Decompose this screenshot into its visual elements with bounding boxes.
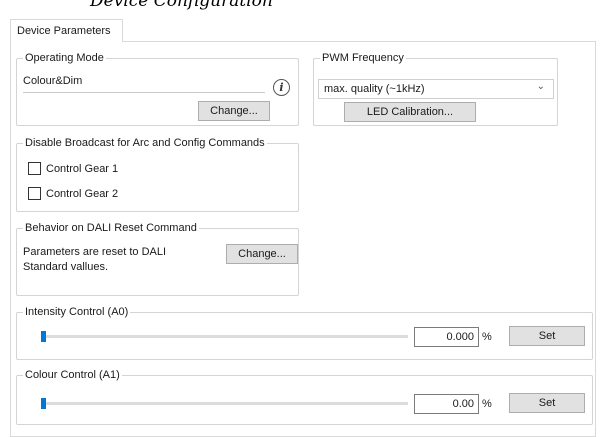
dali-reset-description-line2: Standard vallues. (23, 261, 108, 273)
dali-reset-legend: Behavior on DALI Reset Command (25, 222, 197, 234)
info-icon[interactable]: i (273, 79, 290, 96)
intensity-unit: % (482, 331, 492, 343)
window-header-fragment: Device Configuration (0, 0, 606, 10)
colour-slider-track[interactable] (41, 402, 408, 405)
control-gear-2-option[interactable]: Control Gear 2 (28, 187, 118, 200)
intensity-control-legend: Intensity Control (A0) (25, 306, 129, 318)
intensity-control-group: Intensity Control (A0) (16, 306, 593, 360)
control-gear-1-option[interactable]: Control Gear 1 (28, 162, 118, 175)
led-calibration-button[interactable]: LED Calibration... (344, 102, 476, 122)
dali-reset-description-line1: Parameters are reset to DALI (23, 246, 167, 258)
intensity-set-button[interactable]: Set (509, 326, 585, 346)
operating-mode-value: Colour&Dim (23, 75, 265, 93)
colour-set-button[interactable]: Set (509, 393, 585, 413)
colour-control-group: Colour Control (A1) (16, 369, 593, 425)
intensity-value-input[interactable]: 0.000 (414, 327, 479, 347)
colour-control-legend: Colour Control (A1) (25, 369, 120, 381)
tab-strip: Device Parameters (10, 19, 596, 43)
chevron-down-icon: ⌄ (536, 81, 545, 92)
dali-reset-change-button[interactable]: Change... (226, 244, 298, 264)
dali-reset-description: Parameters are reset to DALI Standard va… (23, 245, 203, 275)
pwm-frequency-select[interactable]: max. quality (~1kHz) ⌄ (318, 79, 554, 99)
tab-device-parameters[interactable]: Device Parameters (10, 19, 123, 43)
disable-broadcast-legend: Disable Broadcast for Arc and Config Com… (25, 137, 265, 149)
control-gear-1-checkbox[interactable] (28, 162, 41, 175)
colour-slider-thumb[interactable] (41, 398, 46, 409)
intensity-slider-track[interactable] (41, 335, 408, 338)
colour-value-input[interactable]: 0.00 (414, 394, 479, 414)
pwm-frequency-legend: PWM Frequency (322, 52, 404, 64)
device-parameters-panel: Operating Mode Colour&Dim i Change... PW… (10, 42, 596, 437)
control-gear-2-label: Control Gear 2 (46, 187, 119, 200)
intensity-slider-thumb[interactable] (41, 331, 46, 342)
pwm-frequency-selected: max. quality (~1kHz) (324, 83, 425, 95)
operating-mode-change-button[interactable]: Change... (198, 101, 270, 121)
window-title-fragment: Device Configuration (90, 0, 273, 10)
control-gear-1-label: Control Gear 1 (46, 162, 119, 175)
operating-mode-legend: Operating Mode (25, 52, 104, 64)
control-gear-2-checkbox[interactable] (28, 187, 41, 200)
colour-unit: % (482, 398, 492, 410)
